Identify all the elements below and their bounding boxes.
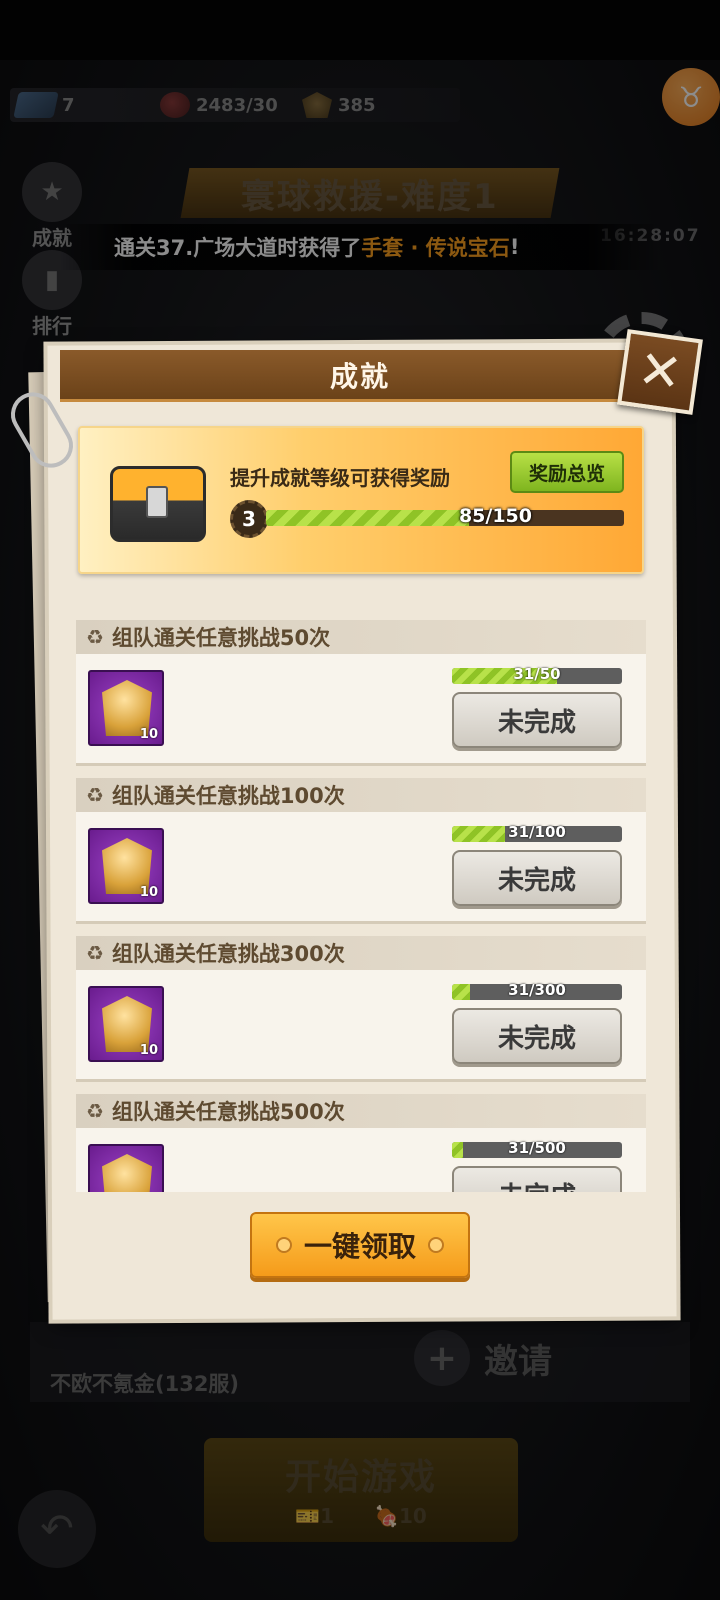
team-icon: ♻: [86, 941, 104, 965]
team-icon: ♻: [86, 625, 104, 649]
achievement-card-header: ♻ 组队通关任意挑战50次: [76, 620, 646, 654]
achievement-card-header: ♻ 组队通关任意挑战100次: [76, 778, 646, 812]
achievement-title: 组队通关任意挑战50次: [111, 626, 331, 650]
achievement-card: ♻ 组队通关任意挑战500次 10 31/500 未完成: [76, 1094, 646, 1192]
close-icon: ✕: [634, 339, 686, 405]
reward-item[interactable]: 10: [88, 828, 164, 904]
achievement-card-body: 10 31/50 未完成: [76, 654, 646, 766]
claim-all-button[interactable]: 一键领取: [250, 1212, 470, 1278]
achievement-status-button[interactable]: 未完成: [452, 850, 622, 906]
achievement-progress-text: 31/100: [508, 823, 566, 841]
achievement-title: 组队通关任意挑战300次: [111, 942, 345, 966]
achievement-status-button[interactable]: 未完成: [452, 692, 622, 748]
reward-overview-button[interactable]: 奖励总览: [510, 451, 624, 493]
claim-all-label: 一键领取: [303, 1230, 416, 1263]
reward-quantity: 10: [139, 1043, 158, 1058]
achievement-level-progress: 85/150: [458, 505, 532, 527]
achievement-progress-text: 31/300: [508, 981, 566, 999]
reward-item[interactable]: 10: [88, 986, 164, 1062]
achievement-title: 组队通关任意挑战500次: [111, 1100, 345, 1124]
achievement-title: 组队通关任意挑战100次: [111, 784, 345, 808]
reward-quantity: 10: [139, 885, 158, 900]
close-button[interactable]: ✕: [617, 329, 703, 415]
achievement-card-body: 10 31/100 未完成: [76, 812, 646, 924]
achievement-card-body: 10 31/500 未完成: [76, 1128, 646, 1192]
team-icon: ♻: [86, 1099, 104, 1123]
dialog-title: 成就: [329, 359, 390, 393]
chest-lock-icon: [146, 486, 168, 518]
banner-text: 提升成就等级可获得奖励: [230, 466, 450, 490]
achievement-card: ♻ 组队通关任意挑战50次 10 31/50 未完成: [76, 620, 646, 766]
achievement-progress-text: 31/500: [508, 1139, 566, 1157]
reward-quantity: 10: [139, 727, 158, 742]
achievement-card-body: 10 31/300 未完成: [76, 970, 646, 1082]
achievement-card: ♻ 组队通关任意挑战300次 10 31/300 未完成: [76, 936, 646, 1082]
reward-item[interactable]: 10: [88, 670, 164, 746]
achievement-level-badge: 3: [230, 500, 268, 538]
achievement-list[interactable]: ♻ 组队通关任意挑战50次 10 31/50 未完成 ♻ 组队通关任意挑战100次 10 31/…: [76, 582, 646, 1192]
right-rivet-icon: [428, 1237, 444, 1253]
dialog-header: 成就: [60, 350, 660, 402]
achievement-progress-text: 31/50: [513, 665, 561, 683]
achievement-status-button[interactable]: 未完成: [452, 1008, 622, 1064]
trophy-reward-icon: [102, 1154, 152, 1192]
reward-item[interactable]: 10: [88, 1144, 164, 1192]
achievement-status-button[interactable]: 未完成: [452, 1166, 622, 1192]
achievement-card: ♻ 组队通关任意挑战100次 10 31/100 未完成: [76, 778, 646, 924]
achievement-card-header: ♻ 组队通关任意挑战300次: [76, 936, 646, 970]
achievement-card-header: ♻ 组队通关任意挑战500次: [76, 1094, 646, 1128]
team-icon: ♻: [86, 783, 104, 807]
left-rivet-icon: [275, 1237, 292, 1253]
